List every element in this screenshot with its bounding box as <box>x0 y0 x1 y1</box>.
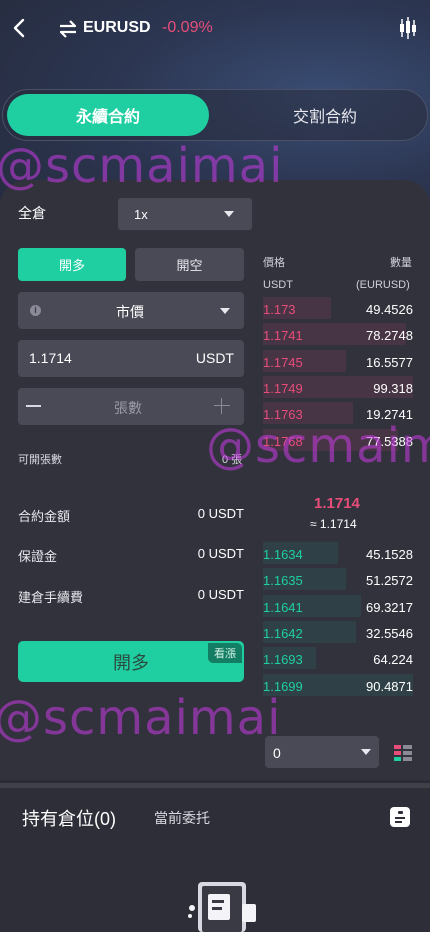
bid-row[interactable]: 1.1699 90.4871 <box>263 673 413 700</box>
last-price: 1.1714 <box>314 495 360 512</box>
margin-label: 保證金 <box>18 549 58 564</box>
orderbook-price-unit: USDT <box>263 279 293 291</box>
depth-select[interactable]: 0 <box>265 736 379 768</box>
chevron-down-icon <box>224 211 234 217</box>
ask-row[interactable]: 1.1745 16.5577 <box>263 349 413 376</box>
ask-price: 1.1745 <box>263 354 303 370</box>
bid-price: 1.1634 <box>263 547 303 562</box>
orderbook-qty-header: 數量 <box>390 257 412 269</box>
top-bar: EURUSD -0.09% <box>0 0 430 56</box>
chevron-down-icon <box>220 308 230 314</box>
ask-row[interactable]: 1.1749 99.318 <box>263 375 413 402</box>
price-input-unit: USDT <box>195 350 234 366</box>
tab-perpetual[interactable]: 永續合約 <box>7 94 209 136</box>
contract-amount-label: 合約金額 <box>18 509 71 524</box>
margin-mode-label[interactable]: 全倉 <box>18 203 46 223</box>
ask-price: 1.1749 <box>263 380 303 396</box>
watermark: @scmaimai <box>206 418 430 474</box>
swap-icon[interactable] <box>58 20 78 38</box>
quantity-placeholder: 張數 <box>114 400 142 416</box>
depth-value: 0 <box>273 745 281 761</box>
open-fee-label: 建倉手續費 <box>18 590 84 605</box>
tab-current-orders[interactable]: 當前委托 <box>154 808 210 828</box>
open-short-tab[interactable]: 開空 <box>135 248 244 281</box>
bid-quantity: 69.3217 <box>366 599 413 615</box>
order-type-select[interactable]: i 市價 <box>18 292 244 329</box>
contract-type-tabs: 永續合約 交割合約 <box>2 89 428 141</box>
minus-icon[interactable] <box>26 405 41 407</box>
bid-quantity: 90.4871 <box>366 678 413 694</box>
ask-price: 1.1741 <box>263 328 303 344</box>
leverage-select[interactable]: 1x <box>118 198 252 230</box>
orderbook-qty-unit: (EURUSD) <box>356 279 410 291</box>
bid-row[interactable]: 1.1634 45.1528 <box>263 542 413 568</box>
ask-row[interactable]: 1.1741 78.2748 <box>263 323 413 349</box>
bid-row[interactable]: 1.1642 32.5546 <box>263 620 413 647</box>
chevron-down-icon <box>361 749 371 755</box>
price-input[interactable]: 1.1714 USDT <box>18 340 244 377</box>
watermark: @scmaimai <box>0 138 284 194</box>
tab-positions[interactable]: 持有倉位(0) <box>22 805 116 831</box>
contract-amount-value: 0 USDT <box>197 506 244 521</box>
bid-price: 1.1635 <box>263 573 303 589</box>
bid-price: 1.1693 <box>263 652 303 668</box>
price-change: -0.09% <box>162 19 213 36</box>
bid-row[interactable]: 1.1635 51.2572 <box>263 568 413 594</box>
ask-quantity: 99.318 <box>373 380 413 396</box>
leverage-value: 1x <box>134 207 148 222</box>
candlestick-chart-icon[interactable] <box>398 17 418 39</box>
bid-row[interactable]: 1.1693 64.224 <box>263 647 413 673</box>
margin-value: 0 USDT <box>197 546 244 561</box>
last-price-equivalent: ≈ 1.1714 <box>310 517 357 531</box>
ask-quantity: 49.4526 <box>366 302 413 317</box>
ask-quantity: 16.5577 <box>366 354 413 370</box>
price-input-value: 1.1714 <box>29 350 72 366</box>
bid-price: 1.1641 <box>263 599 303 615</box>
bullish-badge: 看漲 <box>208 643 242 663</box>
order-type-value: 市價 <box>116 304 144 320</box>
symbol-title[interactable]: EURUSD <box>83 19 151 37</box>
bid-quantity: 51.2572 <box>366 573 413 589</box>
orderbook-layout-icon[interactable] <box>394 745 412 761</box>
document-icon[interactable] <box>389 806 411 828</box>
orderbook-price-header: 價格 <box>263 257 285 269</box>
open-long-tab[interactable]: 開多 <box>18 248 126 281</box>
empty-state-illustration <box>188 882 256 932</box>
bid-quantity: 64.224 <box>373 652 413 668</box>
available-label: 可開張數 <box>18 454 62 466</box>
bid-row[interactable]: 1.1641 69.3217 <box>263 594 413 621</box>
open-fee-value: 0 USDT <box>197 587 244 602</box>
tab-delivery[interactable]: 交割合約 <box>227 94 423 136</box>
plus-icon[interactable] <box>214 398 230 414</box>
ask-row[interactable]: 1.173 49.4526 <box>263 297 413 323</box>
info-icon[interactable]: i <box>30 305 41 316</box>
bid-quantity: 45.1528 <box>366 547 413 562</box>
bid-quantity: 32.5546 <box>366 625 413 641</box>
back-arrow-icon[interactable] <box>10 16 30 40</box>
bid-price: 1.1642 <box>263 625 303 641</box>
ask-price: 1.173 <box>263 302 296 317</box>
ask-quantity: 78.2748 <box>366 328 413 344</box>
watermark: @scmaimai <box>0 690 282 746</box>
